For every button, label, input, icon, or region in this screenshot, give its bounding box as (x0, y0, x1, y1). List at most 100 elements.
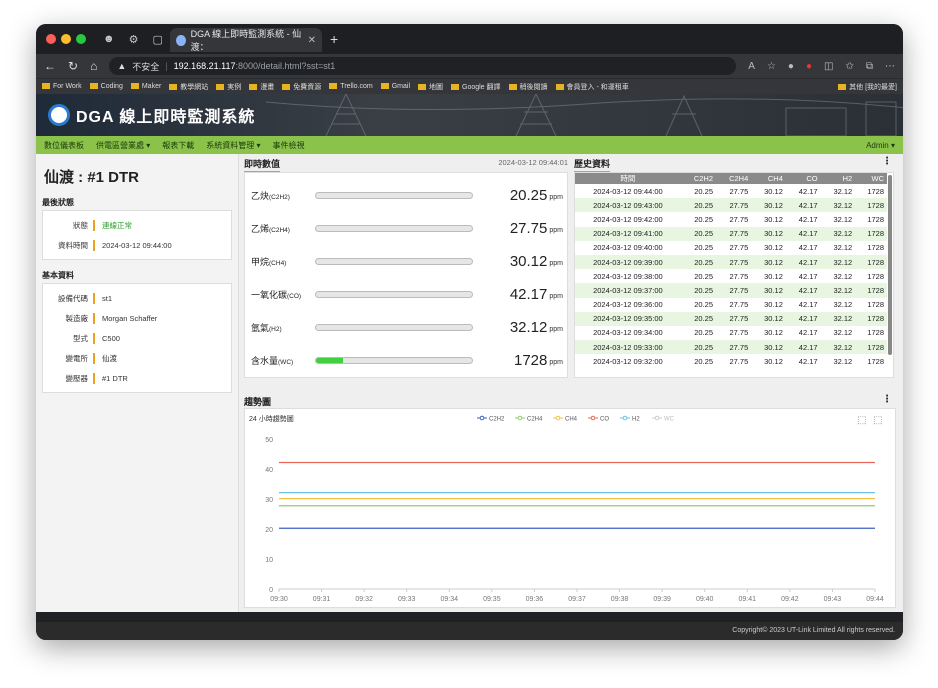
collections-icon[interactable]: ⧉ (866, 61, 873, 72)
x-tick-label: 09:41 (739, 596, 757, 603)
close-window-button[interactable] (46, 34, 56, 44)
gas-unit: ppm (549, 259, 563, 267)
profile-icon[interactable]: ☻ (103, 33, 115, 45)
app-title: DGA 線上即時監測系統 (76, 109, 256, 126)
x-tick-label: 09:40 (696, 596, 714, 603)
maximize-window-button[interactable] (76, 34, 86, 44)
gas-level-bar (315, 356, 473, 364)
history-scrollbar[interactable] (888, 175, 892, 355)
history-column-header[interactable]: H2 (820, 173, 856, 184)
close-tab-icon[interactable]: ✕ (308, 35, 316, 46)
trend-menu-icon[interactable]: ⋮ (882, 394, 892, 405)
table-cell: 30.12 (764, 214, 783, 224)
chart-title: 24 小時趨勢圖 (249, 414, 294, 423)
split-screen-icon[interactable]: ◫ (824, 61, 833, 72)
extension-icon[interactable]: ● (788, 61, 794, 72)
extensions-icon[interactable]: ⚙ (129, 33, 139, 46)
bookmark-item[interactable]: Trello.com (329, 83, 373, 90)
bookmark-label: 其他 [我的最愛] (849, 83, 897, 91)
reload-icon[interactable]: ↻ (68, 59, 78, 73)
table-cell: 20.25 (694, 300, 714, 310)
gas-name: 甲烷(CH4) (251, 256, 287, 267)
bookmark-item[interactable]: 実例 (216, 82, 241, 92)
history-title: 歷史資料 (574, 157, 611, 173)
bookmark-item[interactable]: 會員登入 - 和運租車 (555, 82, 629, 92)
url-path: :8000/detail.html?sst=st1 (235, 61, 336, 71)
nav-events[interactable]: 事件檢視 (273, 140, 305, 151)
basic-info-key: 變壓器 (43, 372, 95, 384)
history-menu-icon[interactable]: ⋮ (882, 156, 892, 167)
read-aloud-icon[interactable]: A (748, 61, 755, 72)
table-row: 2024-03-12 09:33:00 20.25 27.75 30.12 42.17 3… (575, 340, 887, 355)
x-tick-label: 09:36 (526, 596, 544, 603)
back-icon[interactable]: ← (44, 59, 56, 73)
bookmark-item[interactable]: 稍後閱讀 (508, 82, 548, 92)
table-cell: 1728 (855, 340, 887, 355)
bookmark-item[interactable]: 教學網站 (169, 82, 208, 92)
x-tick-label: 09:42 (781, 596, 799, 603)
table-cell: 30.12 (751, 198, 786, 213)
bookmark-item[interactable]: 漫畫 (249, 82, 274, 92)
adblock-icon[interactable]: ● (806, 61, 812, 72)
legend-label: WC (664, 417, 675, 423)
table-cell: 1728 (855, 198, 887, 213)
favorite-star-icon[interactable]: ☆ (767, 61, 776, 72)
table-cell: 32.12 (833, 243, 853, 253)
bookmark-item[interactable]: 地圖 (418, 82, 443, 92)
table-cell: 32.12 (833, 300, 853, 310)
history-column-header[interactable]: 時間 (575, 173, 681, 184)
history-column-header[interactable]: C2H2 (680, 173, 717, 184)
user-menu[interactable]: Admin ▾ (866, 141, 895, 150)
bookmark-item[interactable]: 其他 [我的最愛] (838, 82, 897, 92)
gas-reading-row: 含水量(WC) 1728 ppm (251, 350, 563, 370)
folder-icon (418, 83, 426, 90)
history-column-header[interactable]: WC (855, 173, 887, 184)
table-cell: 27.75 (729, 271, 749, 281)
x-tick-label: 09:37 (568, 596, 586, 603)
nav-dashboard[interactable]: 數位儀表板 (44, 140, 84, 151)
bookmark-item[interactable]: Maker (130, 83, 161, 90)
bookmark-item[interactable]: Gmail (380, 83, 410, 90)
url-field[interactable]: ▲ 不安全 | 192.168.21.117:8000/detail.html?… (109, 57, 737, 75)
basic-info-row: 製造廠 Morgan Schaffer (43, 308, 231, 328)
favorites-icon[interactable]: ✩ (845, 61, 853, 72)
folder-icon (838, 83, 847, 90)
more-icon[interactable]: ⋯ (885, 61, 895, 72)
bookmark-item[interactable]: 免費資源 (282, 82, 321, 92)
gas-reading-row: 甲烷(CH4) 30.12 ppm (251, 251, 563, 271)
bookmark-item[interactable]: For Work (42, 83, 82, 90)
table-cell: 1728 (867, 328, 884, 338)
table-row: 2024-03-12 09:32:00 20.25 27.75 30.12 42.17 3… (575, 354, 887, 368)
bookmark-item[interactable]: Coding (89, 83, 123, 90)
table-cell: 42.17 (798, 271, 818, 281)
tab-overview-icon[interactable]: ▢ (152, 33, 162, 46)
table-cell: 20.25 (694, 328, 714, 338)
minimize-window-button[interactable] (61, 34, 71, 44)
table-cell: 30.12 (751, 311, 786, 326)
history-table: 時間 C2H2 C2H4 CH4 CO H2 WC 2024-03-12 09:44:00 2… (575, 173, 887, 368)
home-icon[interactable]: ⌂ (90, 59, 97, 73)
nav-district[interactable]: 供電區營業處 ▾ (96, 140, 150, 151)
active-tab[interactable]: DGA 線上即時監測系統 - 仙渡： ✕ (170, 28, 322, 52)
new-tab-button[interactable]: + (330, 31, 338, 47)
bookmark-label: 実例 (227, 83, 242, 91)
tab-bar: ☻ ⚙ ▢ DGA 線上即時監測系統 - 仙渡： ✕ + (36, 24, 903, 54)
table-cell: 42.17 (798, 300, 818, 310)
table-cell: 27.75 (729, 300, 749, 310)
trend-card: 24 小時趨勢圖 C2H2 C2H4 CH4 CO H2 WC ⬚ ⬚ 0 10 20 30 40 50 09… (244, 408, 896, 608)
table-cell: 32.12 (833, 271, 853, 281)
nav-report-download[interactable]: 報表下載 (162, 140, 194, 151)
table-row: 2024-03-12 09:40:00 20.25 27.75 30.12 42.17 3… (575, 241, 887, 255)
table-cell: 42.17 (798, 328, 818, 338)
table-cell: 32.12 (820, 226, 856, 241)
history-column-header[interactable]: CH4 (751, 173, 786, 184)
bookmark-item[interactable]: Google 翻譯 (451, 82, 501, 92)
realtime-panel: 即時數值 2024-03-12 09:44:01 乙炔(C2H2) 20.25 pp… (244, 154, 568, 380)
table-cell: 1728 (867, 300, 884, 310)
history-column-header[interactable]: C2H4 (716, 173, 752, 184)
nav-system-data[interactable]: 系統資料管理 ▾ (206, 140, 260, 151)
basic-info-card: 設備代碼 st1 製造廠 Morgan Schaffer 型式 C500 變電所 仙渡 變壓器 #… (42, 283, 232, 393)
history-column-header[interactable]: CO (785, 173, 821, 184)
table-row: 2024-03-12 09:36:00 20.25 27.75 30.12 42.17 3… (575, 298, 887, 312)
table-cell: 20.25 (680, 283, 717, 298)
